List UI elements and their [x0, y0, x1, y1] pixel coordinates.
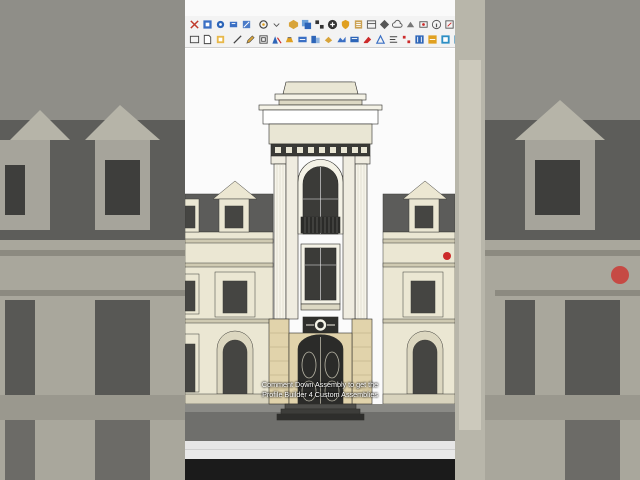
- select-icon[interactable]: [202, 18, 213, 30]
- align-icon[interactable]: [388, 34, 399, 46]
- bottom-strip: [185, 459, 455, 480]
- render-icon[interactable]: [453, 34, 455, 46]
- assembly-icon[interactable]: [427, 34, 438, 46]
- central-portal: [258, 81, 383, 421]
- solid-icon[interactable]: [288, 18, 299, 30]
- toolbar-row-1: [185, 16, 455, 32]
- stamp-icon[interactable]: [284, 34, 295, 46]
- left-wing: [185, 180, 274, 443]
- shield-icon[interactable]: [340, 18, 351, 30]
- layers-icon[interactable]: [353, 18, 364, 30]
- component-icon[interactable]: [228, 18, 239, 30]
- page-icon[interactable]: [202, 34, 213, 46]
- video-caption: Comment Down Assembly to get the Profile…: [245, 380, 395, 400]
- status-bar: [185, 449, 455, 459]
- pencil-icon[interactable]: [245, 34, 256, 46]
- outliner-icon[interactable]: [301, 18, 312, 30]
- follow-icon[interactable]: [297, 34, 308, 46]
- right-wing: [382, 180, 455, 443]
- network-icon[interactable]: [379, 18, 390, 30]
- tape-icon[interactable]: [215, 18, 226, 30]
- profile-icon[interactable]: [414, 34, 425, 46]
- group-icon[interactable]: [314, 18, 325, 30]
- layout-icon[interactable]: [215, 34, 226, 46]
- sketchup-window: Comment Down Assembly to get the Profile…: [185, 0, 455, 480]
- rotate-icon[interactable]: [323, 34, 334, 46]
- offset-icon[interactable]: [258, 34, 269, 46]
- blurred-background-right: [455, 0, 640, 480]
- caption-line-2: Profile Builder 4 Custom Assemblies: [262, 390, 378, 399]
- array-icon[interactable]: [401, 34, 412, 46]
- move-icon[interactable]: [271, 34, 282, 46]
- title-strip: [185, 0, 455, 16]
- eraser-icon[interactable]: [362, 34, 373, 46]
- material-icon[interactable]: [440, 34, 451, 46]
- dropdown-icon[interactable]: [271, 18, 282, 30]
- close-icon[interactable]: [189, 18, 200, 30]
- caption-line-1: Comment Down Assembly to get the: [261, 380, 379, 389]
- toolbar-row-2: [185, 32, 455, 48]
- orbit-icon[interactable]: [258, 18, 269, 30]
- plus-icon[interactable]: [327, 18, 338, 30]
- extension-icon[interactable]: [418, 18, 429, 30]
- line-icon[interactable]: [232, 34, 243, 46]
- scale-icon[interactable]: [349, 34, 360, 46]
- paint-icon[interactable]: [241, 18, 252, 30]
- blurred-background-left: [0, 0, 185, 480]
- cloud-icon[interactable]: [392, 18, 403, 30]
- sandbox-icon[interactable]: [336, 34, 347, 46]
- dynamic-icon[interactable]: [444, 18, 455, 30]
- scene-icon[interactable]: [366, 18, 377, 30]
- info-icon[interactable]: [431, 18, 442, 30]
- video-frame: Comment Down Assembly to get the Profile…: [0, 0, 640, 480]
- rectangle-icon[interactable]: [189, 34, 200, 46]
- section-icon[interactable]: [310, 34, 321, 46]
- push-icon[interactable]: [405, 18, 416, 30]
- flip-icon[interactable]: [375, 34, 386, 46]
